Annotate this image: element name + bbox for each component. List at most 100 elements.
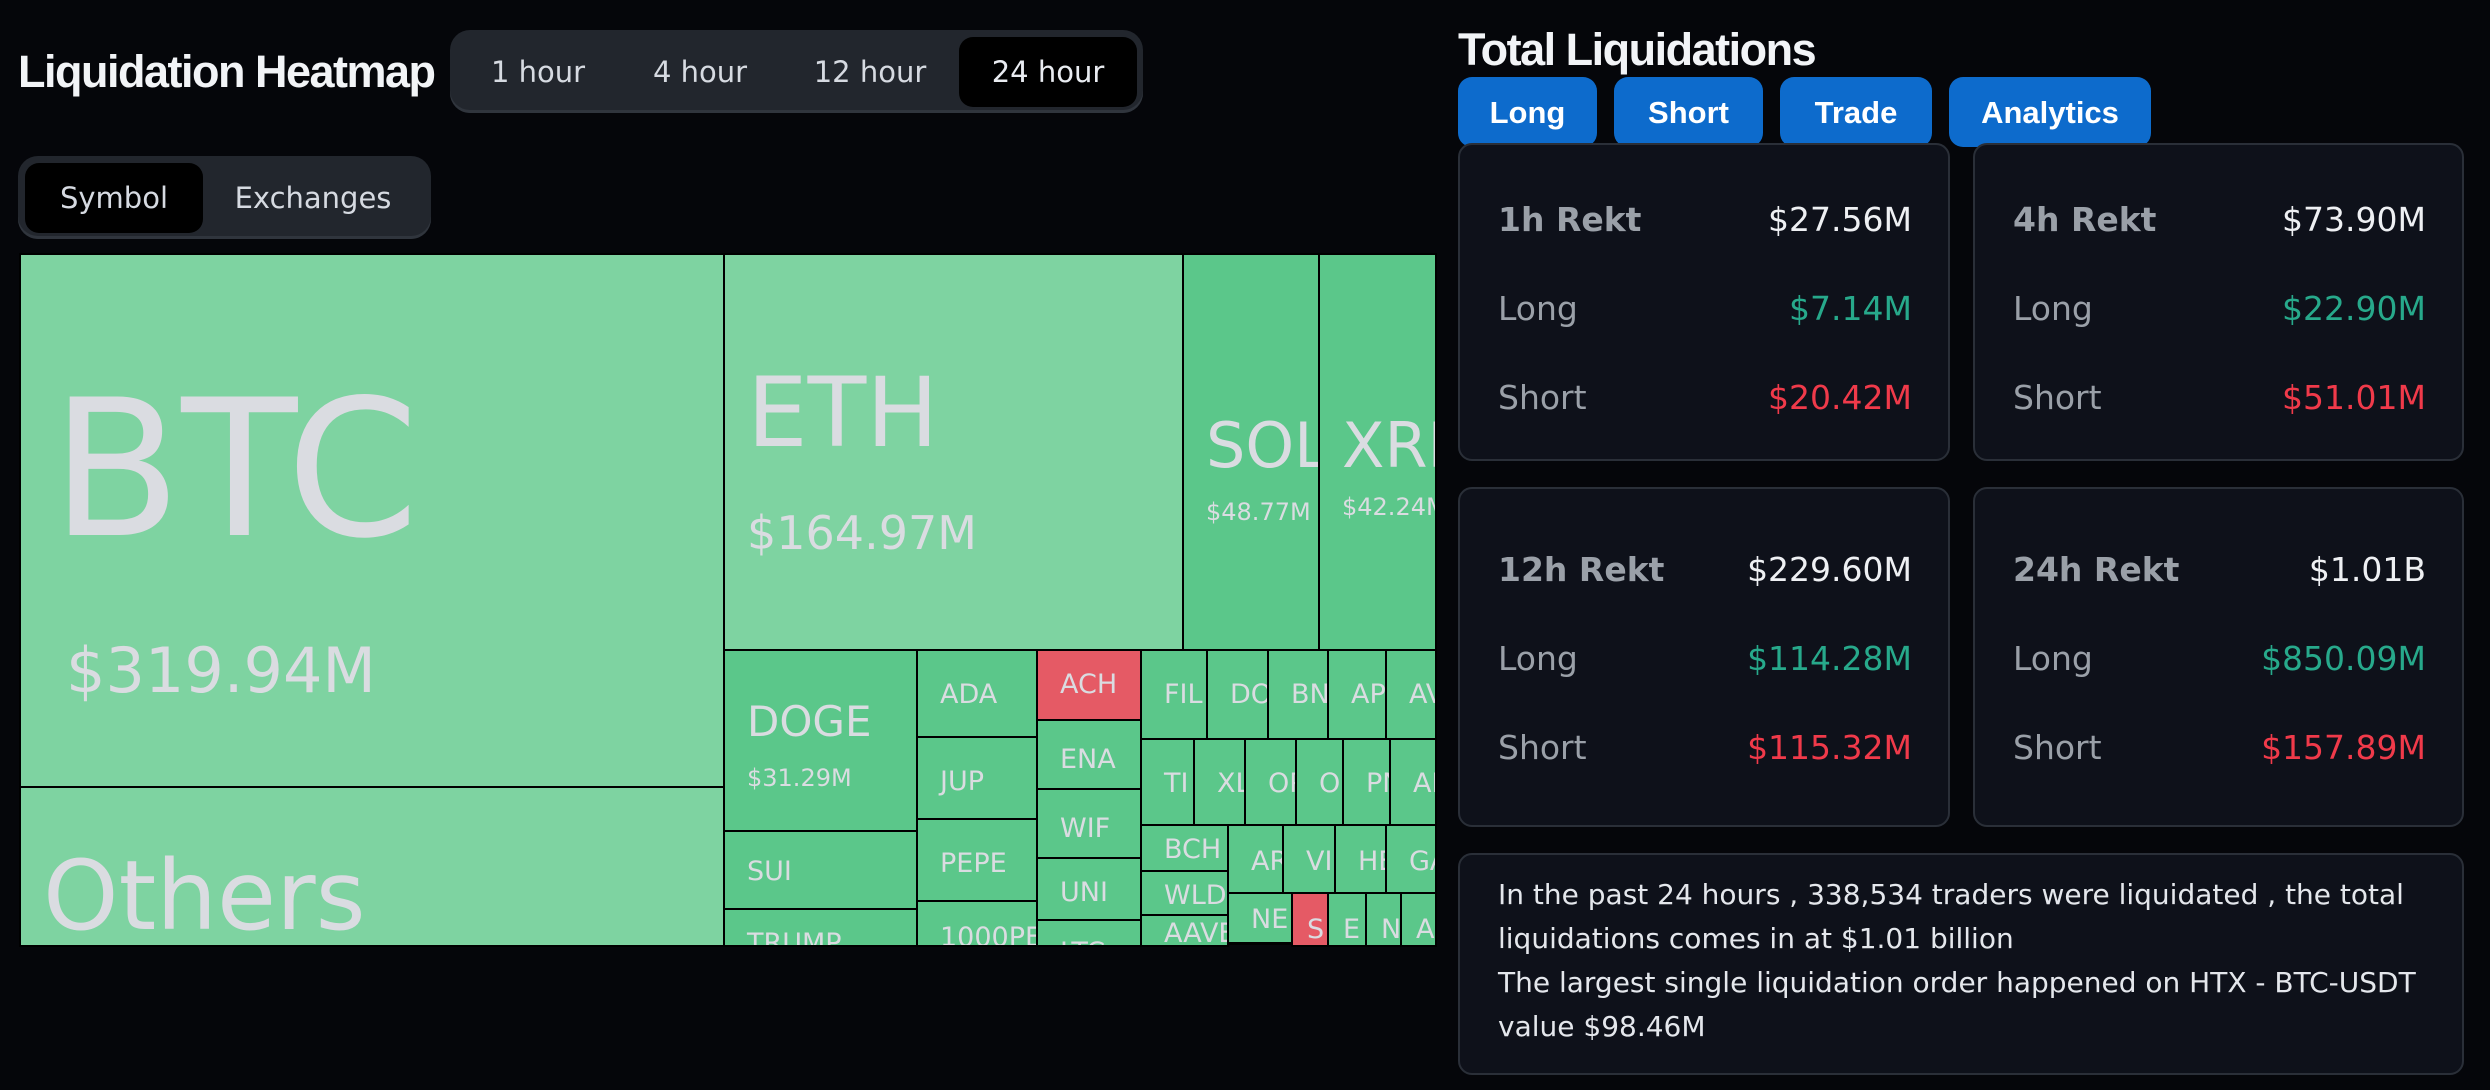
tile-symbol: 1000PEPE (940, 922, 1036, 947)
tile-symbol: PN (1366, 768, 1389, 799)
treemap-tile-a[interactable]: A (1400, 892, 1437, 947)
treemap-tile-vi[interactable]: VI (1282, 824, 1336, 894)
treemap-tile-fil[interactable]: FIL (1140, 649, 1208, 740)
treemap-tile-ltc[interactable]: LTC (1036, 919, 1142, 947)
liquidation-summary: In the past 24 hours , 338,534 traders w… (1458, 853, 2464, 1075)
tile-symbol: ENA (1060, 744, 1116, 775)
tile-symbol: AAVE (1164, 918, 1229, 947)
tile-symbol: AR (1251, 846, 1282, 877)
treemap-tile-wif[interactable]: WIF (1036, 788, 1142, 859)
trade-button[interactable]: Trade (1780, 77, 1932, 147)
tile-symbol: DOGE (747, 697, 872, 746)
short-label: Short (1498, 728, 1587, 767)
tile-symbol: WLD (1164, 880, 1227, 911)
treemap-tile-uni[interactable]: UNI (1036, 857, 1142, 921)
treemap-tile-ada[interactable]: ADA (916, 649, 1038, 738)
treemap-tile-n[interactable]: N (1365, 892, 1402, 947)
tile-symbol: UNI (1060, 877, 1108, 908)
treemap-tile-trump[interactable]: TRUMP (723, 908, 918, 947)
tile-symbol: BCH (1164, 834, 1222, 865)
long-label: Long (1498, 639, 1578, 678)
tile-value: $164.97M (747, 506, 977, 560)
tile-symbol: A (1416, 914, 1435, 945)
period-label: 24h Rekt (2013, 550, 2180, 589)
treemap-tile-wld[interactable]: WLD (1140, 870, 1229, 916)
tile-symbol: XRP (1342, 409, 1435, 482)
treemap-tile-ena[interactable]: ENA (1036, 719, 1142, 790)
time-range-selector: 1 hour 4 hour 12 hour 24 hour (450, 30, 1143, 113)
tile-symbol: E (1343, 914, 1361, 945)
long-button[interactable]: Long (1458, 77, 1597, 147)
treemap-tile-bn[interactable]: BN (1267, 649, 1329, 740)
treemap-tile-sui[interactable]: SUI (723, 830, 918, 910)
treemap-tile-bch[interactable]: BCH (1140, 824, 1229, 872)
treemap-tile-others[interactable]: Others (19, 786, 725, 947)
tile-symbol: JUP (940, 766, 985, 797)
tile-symbol: LTC (1060, 939, 1105, 945)
treemap-tile-eth[interactable]: ETH $164.97M (723, 253, 1184, 651)
treemap-tile-xl[interactable]: XL (1193, 738, 1246, 826)
tile-symbol: BN (1291, 679, 1329, 710)
treemap-tile-ach[interactable]: ACH (1036, 649, 1142, 721)
liquidation-treemap: BTC $319.94M Others ETH $164.97M SOL $48.77M XR… (19, 253, 1437, 947)
time-range-4h[interactable]: 4 hour (640, 37, 760, 107)
tile-symbol: OI (1319, 768, 1342, 799)
analytics-button[interactable]: Analytics (1949, 77, 2151, 147)
short-button[interactable]: Short (1614, 77, 1763, 147)
treemap-tile-ga[interactable]: GA (1385, 824, 1437, 894)
treemap-tile-pn[interactable]: PN (1342, 738, 1391, 826)
group-by-symbol[interactable]: Symbol (25, 163, 203, 233)
treemap-tile-ai[interactable]: AI (1389, 738, 1437, 826)
time-range-12h[interactable]: 12 hour (800, 37, 940, 107)
period-label: 12h Rekt (1498, 550, 1665, 589)
tile-value: $48.77M (1206, 498, 1311, 526)
treemap-tile-dot[interactable]: DOT (1206, 649, 1269, 740)
long-label: Long (2013, 289, 2093, 328)
short-value: $20.42M (1768, 378, 1912, 417)
treemap-tile-ap[interactable]: AP (1327, 649, 1387, 740)
tile-symbol: AV (1409, 679, 1435, 710)
treemap-tile-e[interactable]: E (1327, 892, 1367, 947)
total-value: $1.01B (2308, 550, 2426, 589)
tile-symbol: GA (1409, 846, 1435, 877)
treemap-tile-ne[interactable]: NE (1227, 892, 1293, 944)
period-label: 4h Rekt (2013, 200, 2157, 239)
treemap-tile-s[interactable]: S (1291, 892, 1329, 947)
treemap-tile-doge[interactable]: DOGE $31.29M (723, 649, 918, 832)
treemap-tile-jup[interactable]: JUP (916, 736, 1038, 820)
short-label: Short (1498, 378, 1587, 417)
treemap-tile-aave[interactable]: AAVE (1140, 914, 1229, 947)
tile-symbol: ETH (747, 357, 939, 469)
treemap-tile-pepe[interactable]: PEPE (916, 818, 1038, 902)
treemap-tile-oi[interactable]: OI (1295, 738, 1344, 826)
treemap-tile-btc[interactable]: BTC $319.94M (19, 253, 725, 788)
treemap-tile-op[interactable]: OP (1244, 738, 1297, 826)
tile-symbol: PEPE (940, 848, 1007, 879)
treemap-tile-av[interactable]: AV (1385, 649, 1437, 740)
tile-symbol: N (1381, 914, 1402, 945)
treemap-tile-he[interactable]: HE (1334, 824, 1387, 894)
rekt-card-12h: 12h Rekt $229.60M Long $114.28M Short $115.… (1458, 487, 1950, 827)
tile-symbol: BTC (51, 359, 419, 580)
group-by-exchanges[interactable]: Exchanges (208, 163, 418, 233)
treemap-tile-xrp[interactable]: XRP $42.24M (1318, 253, 1437, 651)
tile-value: $42.24M (1342, 493, 1437, 521)
long-label: Long (1498, 289, 1578, 328)
treemap-tile-1000pepe[interactable]: 1000PEPE (916, 900, 1038, 947)
time-range-1h[interactable]: 1 hour (478, 37, 598, 107)
treemap-tile-sol[interactable]: SOL $48.77M (1182, 253, 1320, 651)
tile-symbol: VI (1306, 846, 1333, 877)
tile-symbol: ACH (1060, 669, 1118, 700)
treemap-tile-ar[interactable]: AR (1227, 824, 1284, 894)
tile-symbol: SOL (1206, 409, 1320, 482)
tile-symbol: Others (43, 840, 366, 947)
long-value: $114.28M (1747, 639, 1912, 678)
tile-symbol: TI (1164, 768, 1189, 799)
time-range-24h[interactable]: 24 hour (959, 37, 1137, 107)
tile-symbol: DOT (1230, 679, 1267, 710)
long-value: $850.09M (2261, 639, 2426, 678)
rekt-card-4h: 4h Rekt $73.90M Long $22.90M Short $51.01M (1973, 143, 2464, 461)
rekt-card-24h: 24h Rekt $1.01B Long $850.09M Short $157.89… (1973, 487, 2464, 827)
treemap-tile-ti[interactable]: TI (1140, 738, 1195, 826)
tile-symbol: OP (1268, 768, 1295, 799)
